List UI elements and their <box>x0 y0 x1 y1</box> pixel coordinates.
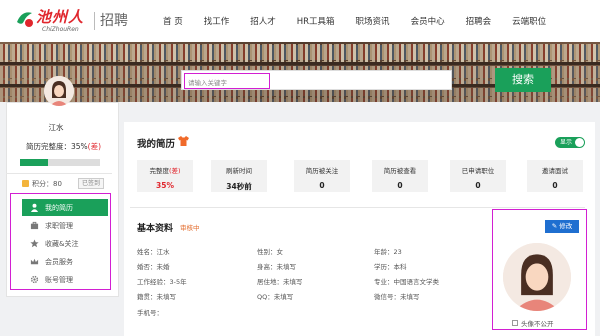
field-wechat: 微信号：未填写 <box>374 293 420 301</box>
field-qq: QQ：未填写 <box>257 293 294 301</box>
logo-mark-icon <box>17 12 33 27</box>
completeness-tag: (差) <box>87 142 102 151</box>
field-name: 姓名：江水 <box>137 248 170 256</box>
female-avatar-icon <box>503 243 571 311</box>
field-gender: 性别：女 <box>257 248 283 256</box>
hide-avatar-checkbox[interactable] <box>512 320 518 326</box>
search-input[interactable]: 请输入关键字 <box>184 73 270 89</box>
sidebar-item-label: 我的简历 <box>45 203 73 212</box>
stat-completeness: 完整度(差) 35% <box>137 160 193 192</box>
stat-value: 35% <box>156 181 174 190</box>
completeness-label: 简历完整度：35% <box>26 142 88 151</box>
search-box: 请输入关键字 <box>181 70 452 90</box>
stat-label-text: 完整度 <box>149 167 169 175</box>
basic-info-title: 基本资料 <box>137 224 174 234</box>
sidebar-divider <box>6 173 112 174</box>
logo-chinese-text: 池州人 <box>36 8 85 26</box>
stat-label: 邀请面试 <box>542 167 568 175</box>
stat-label: 简历被查看 <box>383 167 417 175</box>
sidebar-item-job-management[interactable]: 求职管理 <box>22 217 108 234</box>
tshirt-icon <box>178 136 189 146</box>
stat-refresh-time[interactable]: 刷新时间 34秒前 <box>211 160 267 192</box>
my-resume-title: 我的简历 <box>137 139 176 150</box>
resume-visibility-toggle[interactable]: 显示 <box>555 137 585 148</box>
site-logo[interactable]: 池州人 ChiZhouRen 招聘 <box>14 4 134 38</box>
stat-value: 34秒前 <box>226 182 252 191</box>
username: 江水 <box>48 123 64 132</box>
crown-icon <box>30 258 39 265</box>
stat-value: 0 <box>552 181 558 190</box>
nav-job-fair[interactable]: 招聘会 <box>466 15 492 27</box>
sidebar-item-account[interactable]: 账号管理 <box>22 271 108 288</box>
hide-avatar-label: 头像不公开 <box>521 320 554 328</box>
stat-label: 刷新时间 <box>226 167 252 175</box>
stat-applied[interactable]: 已申请职位 0 <box>450 160 506 192</box>
profile-photo[interactable] <box>503 243 571 311</box>
nav-career-news[interactable]: 职场资讯 <box>356 15 390 27</box>
logo-job-text: 招聘 <box>100 13 128 29</box>
field-phone: 手机号： <box>137 309 163 317</box>
field-major: 专业：中国语言文学类 <box>374 278 439 286</box>
hide-avatar-option[interactable]: 头像不公开 <box>512 318 554 328</box>
sidebar-item-favorites[interactable]: 收藏&关注 <box>22 235 108 252</box>
coin-icon <box>22 180 29 187</box>
review-status-badge: 审核中 <box>180 224 200 232</box>
stat-value: 0 <box>475 181 481 190</box>
nav-member-center[interactable]: 会员中心 <box>411 15 445 27</box>
stat-tag: (差) <box>168 167 181 175</box>
stat-label: 已申请职位 <box>461 167 495 175</box>
sidebar-item-label: 求职管理 <box>45 221 73 230</box>
sidebar-item-label: 会员服务 <box>45 257 73 266</box>
completeness-progress-fill <box>20 159 48 166</box>
sidebar-item-label: 账号管理 <box>45 275 73 284</box>
stat-value: 0 <box>397 181 403 190</box>
sidebar-item-member-service[interactable]: 会员服务 <box>22 253 108 270</box>
sidebar-item-my-resume[interactable]: 我的简历 <box>22 199 108 216</box>
stat-followed[interactable]: 简历被关注 0 <box>294 160 350 192</box>
site-header: 池州人 ChiZhouRen 招聘 首 页 找工作 招人才 HR工具箱 职场资讯… <box>0 0 600 42</box>
nav-find-job[interactable]: 找工作 <box>204 15 230 27</box>
nav-cloud-jobs[interactable]: 云端职位 <box>512 15 546 27</box>
field-education: 学历：本科 <box>374 263 407 271</box>
field-residence: 居住地：未填写 <box>257 278 303 286</box>
field-hometown: 籍贯：未填写 <box>137 293 176 301</box>
nav-hr-tools[interactable]: HR工具箱 <box>297 15 335 27</box>
page: 池州人 ChiZhouRen 招聘 首 页 找工作 招人才 HR工具箱 职场资讯… <box>0 0 600 336</box>
stat-label: 简历被关注 <box>305 167 339 175</box>
signed-in-badge[interactable]: 已签到 <box>78 178 104 189</box>
nav-recruit[interactable]: 招人才 <box>250 15 276 27</box>
user-icon <box>30 203 39 212</box>
edit-button[interactable]: ✎ 修改 <box>545 220 579 233</box>
stat-label: 完整度(差) <box>137 165 193 175</box>
sidebar-item-label: 收藏&关注 <box>45 239 79 248</box>
female-avatar-icon <box>44 76 74 106</box>
field-age: 年龄：23 <box>374 248 402 256</box>
nav-home[interactable]: 首 页 <box>163 15 183 27</box>
points-text: 积分：80 <box>32 180 62 188</box>
edit-label: 修改 <box>559 222 573 230</box>
briefcase-icon <box>30 221 39 230</box>
main-nav: 首 页 找工作 招人才 HR工具箱 职场资讯 会员中心 招聘会 云端职位 <box>163 0 567 42</box>
logo-divider <box>94 12 95 30</box>
toggle-knob <box>575 138 584 147</box>
field-experience: 工作经验：3-5年 <box>137 278 187 286</box>
star-icon <box>30 239 39 248</box>
completeness-progress-bar <box>20 159 100 166</box>
stat-viewed[interactable]: 简历被查看 0 <box>372 160 428 192</box>
toggle-label: 显示 <box>560 139 573 146</box>
field-height: 身高：未填写 <box>257 263 296 271</box>
user-avatar[interactable] <box>44 76 74 106</box>
gear-icon <box>30 275 39 284</box>
resume-completeness: 简历完整度：35%(差) <box>26 141 101 152</box>
section-divider <box>130 207 585 208</box>
logo-english-text: ChiZhouRen <box>42 26 79 33</box>
search-button[interactable]: 搜索 <box>495 68 551 92</box>
field-marriage: 婚否：未婚 <box>137 263 170 271</box>
stat-interviews[interactable]: 邀请面试 0 <box>527 160 583 192</box>
stat-value: 0 <box>319 181 325 190</box>
